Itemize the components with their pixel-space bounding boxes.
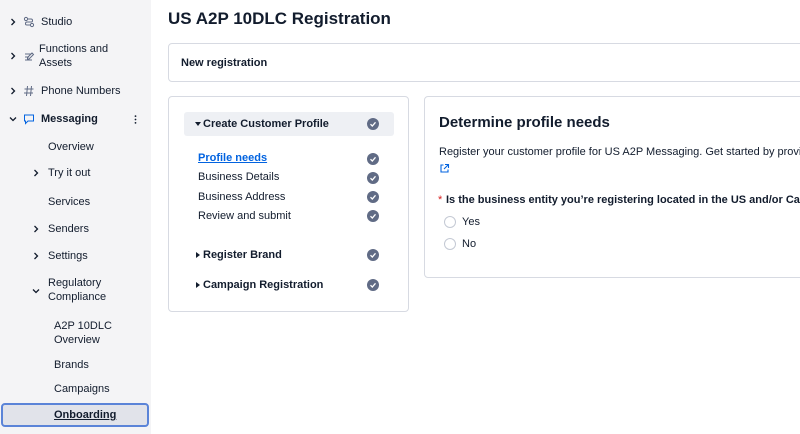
sidebar-item-label: Overview — [48, 141, 94, 153]
sidebar-item-label: Campaigns — [54, 383, 110, 395]
sidebar-item-phone-numbers[interactable]: Phone Numbers — [0, 83, 151, 99]
step-register-brand[interactable]: Register Brand — [184, 243, 394, 267]
check-circle-icon — [367, 172, 379, 184]
sidebar-item-label: Try it out — [48, 167, 91, 179]
chevron-right-icon — [8, 17, 18, 27]
check-circle-icon — [367, 249, 379, 261]
caret-right-icon — [196, 282, 200, 288]
substep-review-and-submit[interactable]: Review and submit — [198, 209, 291, 223]
chevron-right-icon — [8, 51, 18, 61]
sidebar-item-label: A2P 10DLC Overview — [54, 320, 112, 346]
radio-label: No — [462, 238, 477, 250]
radio-option-no[interactable]: No — [444, 237, 476, 251]
sidebar-item-label: Brands — [54, 359, 89, 371]
sidebar-item-label: Regulatory Compliance — [48, 277, 107, 303]
external-link-icon[interactable] — [439, 163, 450, 174]
new-registration-label: New registration — [181, 57, 268, 69]
chevron-right-icon — [31, 224, 41, 234]
sidebar-item-campaigns[interactable]: Campaigns — [0, 381, 151, 397]
check-circle-icon — [367, 153, 379, 165]
sidebar-item-label: Onboarding — [54, 409, 117, 421]
radio-button[interactable] — [444, 216, 456, 228]
sidebar-item-settings[interactable]: Settings — [0, 248, 151, 264]
chevron-down-icon — [8, 114, 18, 124]
sidebar-item-studio[interactable]: Studio — [0, 14, 151, 30]
sidebar-item-label: Messaging — [41, 113, 98, 125]
registration-steps-panel: Create Customer Profile Profile needs Bu… — [168, 96, 409, 312]
substep-profile-needs[interactable]: Profile needs — [198, 151, 267, 165]
sidebar-item-brands[interactable]: Brands — [0, 357, 151, 373]
sidebar-item-senders[interactable]: Senders — [0, 221, 151, 237]
profile-needs-panel: Determine profile needs Register your cu… — [424, 96, 800, 278]
chevron-down-icon — [31, 286, 41, 296]
sidebar-item-label: Functions and Assets — [39, 43, 109, 69]
sidebar-item-a2p-10dlc-overview[interactable]: A2P 10DLC Overview — [0, 318, 151, 346]
substep-business-details[interactable]: Business Details — [198, 170, 279, 184]
caret-down-icon — [195, 122, 201, 126]
check-circle-icon — [367, 210, 379, 222]
chevron-right-icon — [31, 168, 41, 178]
sidebar-item-label: Senders — [48, 223, 89, 235]
sidebar-item-messaging[interactable]: Messaging — [0, 111, 151, 127]
step-label: Campaign Registration — [203, 279, 324, 291]
sidebar-item-label: Services — [48, 196, 91, 208]
check-circle-icon — [367, 191, 379, 203]
new-registration-card: New registration — [168, 43, 800, 82]
sidebar-item-onboarding[interactable]: Onboarding — [1, 403, 149, 427]
step-campaign-registration[interactable]: Campaign Registration — [184, 273, 394, 297]
sidebar-item-regulatory-compliance[interactable]: Regulatory Compliance — [0, 276, 151, 304]
step-label: Register Brand — [203, 249, 282, 261]
sidebar: Studio Functions and Assets Phone Number… — [0, 0, 151, 434]
page-title: US A2P 10DLC Registration — [168, 9, 391, 28]
sidebar-item-functions-and-assets[interactable]: Functions and Assets — [0, 42, 151, 70]
more-options-icon[interactable] — [130, 112, 140, 126]
substep-business-address[interactable]: Business Address — [198, 190, 285, 204]
studio-icon — [22, 15, 35, 28]
sidebar-item-label: Settings — [48, 250, 88, 262]
chat-icon — [22, 112, 35, 125]
radio-button[interactable] — [444, 238, 456, 250]
radio-option-yes[interactable]: Yes — [444, 215, 480, 229]
location-question: Is the business entity you’re registerin… — [446, 194, 800, 206]
chevron-right-icon — [31, 251, 41, 261]
caret-right-icon — [196, 252, 200, 258]
sidebar-item-services[interactable]: Services — [0, 194, 151, 210]
sidebar-item-label: Studio — [41, 16, 73, 28]
radio-label: Yes — [462, 216, 480, 228]
sidebar-item-overview[interactable]: Overview — [0, 139, 151, 155]
functions-icon — [22, 50, 35, 63]
check-circle-icon — [367, 118, 379, 130]
hash-icon — [22, 84, 35, 97]
panel-title: Determine profile needs — [439, 114, 610, 131]
sidebar-item-label: Phone Numbers — [41, 85, 121, 97]
chevron-right-icon — [8, 86, 18, 96]
required-indicator: * — [438, 194, 443, 206]
sidebar-item-try-it-out[interactable]: Try it out — [0, 165, 151, 181]
check-circle-icon — [367, 279, 379, 291]
step-label: Create Customer Profile — [203, 118, 329, 130]
step-create-customer-profile[interactable]: Create Customer Profile — [184, 112, 394, 136]
panel-description: Register your customer profile for US A2… — [439, 146, 800, 158]
